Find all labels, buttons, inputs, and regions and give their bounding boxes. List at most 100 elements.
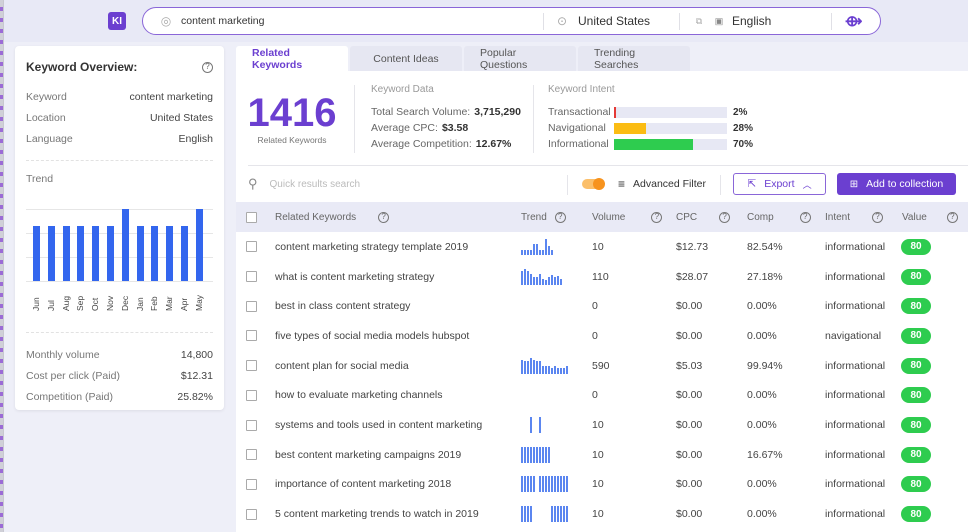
row-checkbox[interactable] xyxy=(246,360,257,372)
sparkline-bar xyxy=(557,276,559,285)
table-row[interactable]: what is content marketing strategy 110 $28… xyxy=(236,262,968,292)
sparkline-bar xyxy=(530,357,532,374)
keyword-cell[interactable]: systems and tools used in content market… xyxy=(275,419,482,431)
sparkline-bar xyxy=(533,244,535,255)
header-intent[interactable]: Intent xyxy=(825,212,850,223)
volume-cell: 10 xyxy=(592,448,604,461)
row-checkbox[interactable] xyxy=(246,241,257,253)
header-value[interactable]: Value xyxy=(902,212,927,223)
header-comp[interactable]: Comp xyxy=(747,212,774,223)
select-all-checkbox[interactable] xyxy=(246,211,257,223)
tab-related-keywords[interactable]: Related Keywords xyxy=(236,46,348,71)
row-checkbox[interactable] xyxy=(246,330,257,342)
help-icon[interactable]: ? xyxy=(554,211,566,223)
row-checkbox[interactable] xyxy=(246,389,257,401)
keyword-cell[interactable]: 5 content marketing trends to watch in 2… xyxy=(275,508,479,520)
keyword-input[interactable]: content marketing xyxy=(181,15,264,27)
keyword-cell[interactable]: what is content marketing strategy xyxy=(275,271,434,283)
intent-cell: informational xyxy=(825,240,886,253)
table-row[interactable]: 5 content marketing trends to watch in 2… xyxy=(236,499,968,529)
row-checkbox[interactable] xyxy=(246,271,257,283)
trend-bar-apr xyxy=(181,226,188,281)
header-volume[interactable]: Volume xyxy=(592,212,625,223)
intent-row-informational: Informational 70% xyxy=(548,136,753,152)
export-button[interactable]: ⇱ Export ︿ xyxy=(733,173,826,195)
keyword-cell[interactable]: content plan for social media xyxy=(275,360,409,372)
table-row[interactable]: best content marketing campaigns 2019 10 $… xyxy=(236,440,968,470)
intent-bar xyxy=(614,122,727,134)
help-icon[interactable]: ? xyxy=(719,211,731,223)
tab-popular-questions[interactable]: Popular Questions xyxy=(464,46,576,71)
sparkline-bar xyxy=(554,506,556,523)
keyword-field[interactable]: ◎ content marketing xyxy=(159,14,265,28)
table-row[interactable]: how to evaluate marketing channels 0 $0.00… xyxy=(236,381,968,411)
search-icon: ⚲ xyxy=(248,176,258,191)
sparkline-bar xyxy=(539,250,541,255)
keyword-cell[interactable]: content marketing strategy template 2019 xyxy=(275,241,468,253)
table-row[interactable]: content plan for social media 590 $5.03 99.… xyxy=(236,351,968,381)
tab-content-ideas[interactable]: Content Ideas xyxy=(350,46,462,71)
row-label: Keyword xyxy=(26,90,67,103)
comp-cell: 0.00% xyxy=(747,300,777,313)
divider xyxy=(26,160,213,161)
row-checkbox[interactable] xyxy=(246,478,257,490)
table-row[interactable]: content marketing strategy template 2019… xyxy=(236,232,968,262)
intent-cell: navigational xyxy=(825,329,882,342)
intent-row-navigational: Navigational 28% xyxy=(548,120,753,136)
header-trend[interactable]: Trend xyxy=(521,212,547,223)
sparkline-bar xyxy=(524,506,526,523)
table-row[interactable]: importance of content marketing 2018 10 $0… xyxy=(236,470,968,500)
language-field[interactable]: ⧉ ▣ English xyxy=(692,14,772,28)
filter-icon: ≡ xyxy=(618,177,626,191)
intent-percent: 2% xyxy=(733,106,748,118)
tab-trending-searches[interactable]: Trending Searches xyxy=(578,46,690,71)
header-related-keywords[interactable]: Related Keywords xyxy=(275,212,356,223)
sparkline-bar xyxy=(530,273,532,285)
location-field[interactable]: ⊙ United States xyxy=(555,14,650,28)
help-icon[interactable]: ? xyxy=(946,211,958,223)
help-icon[interactable]: ? xyxy=(799,211,811,223)
sparkline-bar xyxy=(533,476,535,493)
sparkline-bar xyxy=(524,446,526,463)
row-value: United States xyxy=(149,111,213,124)
keyword-cell[interactable]: importance of content marketing 2018 xyxy=(275,478,451,490)
help-icon[interactable]: ? xyxy=(651,211,663,223)
row-checkbox[interactable] xyxy=(246,300,257,312)
help-icon[interactable]: ? xyxy=(202,61,213,73)
intent-cell: informational xyxy=(825,478,886,491)
value: 3,715,290 xyxy=(474,106,521,118)
row-checkbox[interactable] xyxy=(246,508,257,520)
table-row[interactable]: five types of social media models hubspo… xyxy=(236,321,968,351)
add-to-collection-button[interactable]: ⊞ Add to collection xyxy=(837,173,956,195)
help-icon[interactable]: ? xyxy=(872,211,884,223)
sparkline-bar xyxy=(563,367,565,374)
table-row[interactable]: systems and tools used in content market… xyxy=(236,410,968,440)
row-checkbox[interactable] xyxy=(246,449,257,461)
keyword-intent-title: Keyword Intent xyxy=(548,84,615,95)
quick-search[interactable]: ⚲ Quick results search xyxy=(248,176,360,192)
quick-search-input[interactable]: Quick results search xyxy=(270,179,361,190)
search-submit-icon[interactable]: ⟴ xyxy=(845,12,862,30)
toggle-switch[interactable] xyxy=(582,178,605,190)
comp-cell: 0.00% xyxy=(747,419,777,432)
month-label: Apr xyxy=(179,297,189,311)
row-label: Language xyxy=(26,132,73,145)
month-label: Aug xyxy=(60,295,71,311)
keyword-cell[interactable]: best content marketing campaigns 2019 xyxy=(275,449,461,461)
month-label: Dec xyxy=(119,295,130,311)
keyword-cell[interactable]: best in class content strategy xyxy=(275,300,410,312)
keyword-cell[interactable]: five types of social media models hubspo… xyxy=(275,330,469,342)
sparkline-bar xyxy=(554,476,556,493)
help-icon[interactable]: ? xyxy=(378,211,390,223)
grid-line xyxy=(26,209,213,210)
stat-label: Cost per click (Paid) xyxy=(26,369,120,382)
sparkline-bar xyxy=(521,506,523,523)
row-checkbox[interactable] xyxy=(246,419,257,431)
advanced-filter-button[interactable]: ≡ Advanced Filter xyxy=(618,177,706,191)
table-row[interactable]: best in class content strategy 0 $0.00 0.00… xyxy=(236,291,968,321)
app-logo[interactable]: KI xyxy=(108,12,126,30)
header-cpc[interactable]: CPC xyxy=(676,212,697,223)
keyword-cell[interactable]: how to evaluate marketing channels xyxy=(275,389,443,401)
trend-sparkline xyxy=(521,268,562,285)
divider xyxy=(831,13,832,30)
